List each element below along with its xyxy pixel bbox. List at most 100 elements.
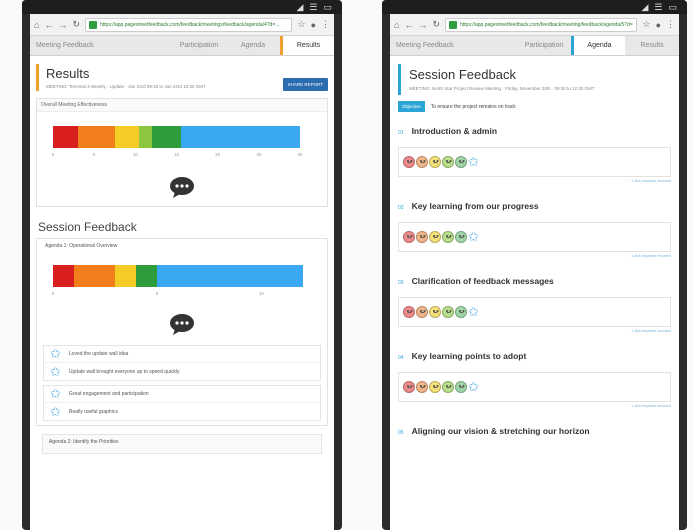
neutral-face-icon[interactable] — [429, 156, 441, 168]
star-icon[interactable]: ✩ — [468, 380, 479, 393]
happy-face-icon[interactable] — [442, 381, 454, 393]
agenda-item-title: 01 Introduction & admin — [398, 126, 671, 136]
app-tabbar: Meeting Feedback Participation Agenda Re… — [30, 36, 334, 56]
objective-text: To ensure the project remains on track — [430, 103, 516, 110]
agenda-item-label: Clarification of feedback messages — [411, 276, 554, 286]
mic-icon[interactable]: ● — [311, 20, 316, 30]
happy-face-icon[interactable] — [442, 306, 454, 318]
app-brand[interactable]: Meeting Feedback — [30, 36, 172, 55]
tab-agenda[interactable]: Agenda — [571, 36, 625, 55]
browser-toolbar: ⌂ ← → ↻ https://app.pagestreetfeedback.c… — [30, 14, 334, 36]
happy-face-icon[interactable] — [442, 156, 454, 168]
very-happy-face-icon[interactable] — [455, 381, 467, 393]
reload-icon[interactable]: ↻ — [72, 19, 80, 30]
session-feedback-title: Session Feedback — [38, 220, 137, 234]
meeting-meta: MEETING: Terminal 3 Weekly · Update · Ja… — [46, 84, 206, 89]
very-unhappy-face-icon[interactable] — [403, 231, 415, 243]
tab-participation[interactable]: Participation — [172, 36, 226, 55]
very-unhappy-face-icon[interactable] — [403, 381, 415, 393]
neutral-face-icon[interactable] — [429, 306, 441, 318]
bar-segment — [136, 265, 158, 287]
screen-right: ⌂ ← → ↻ https://app.pagestreetfeedback.c… — [390, 14, 679, 530]
very-happy-face-icon[interactable] — [455, 231, 467, 243]
tab-agenda[interactable]: Agenda — [226, 36, 280, 55]
tick-label: 0 — [51, 291, 55, 296]
agenda-item-label: Aligning our vision & stretching our hor… — [411, 426, 590, 436]
menu-icon[interactable]: ⋮ — [321, 19, 330, 30]
home-icon[interactable]: ⌂ — [34, 20, 39, 30]
agenda-1-axis: 051015 — [51, 291, 303, 301]
meeting-meta: MEETING: North Star Project Review Meeti… — [409, 86, 595, 91]
wifi-icon: ☰ — [309, 1, 318, 12]
address-bar[interactable]: https://app.pagestreetfeedback.com/feedb… — [84, 17, 293, 32]
url-text: https://app.pagestreetfeedback.com/feedb… — [99, 21, 280, 28]
bar-segment — [73, 265, 116, 287]
very-happy-face-icon[interactable] — [455, 306, 467, 318]
bookmark-star-icon[interactable]: ☆ — [297, 19, 305, 30]
agenda-item: 05 Aligning our vision & stretching our h… — [398, 426, 671, 436]
reload-icon[interactable]: ↻ — [432, 19, 440, 30]
agenda-2-heading[interactable]: Agenda 2: Identify the Priorities — [42, 434, 322, 454]
browser-toolbar: ⌂ ← → ↻ https://app.pagestreetfeedback.c… — [390, 14, 679, 36]
bar-segment — [114, 126, 140, 148]
tab-participation[interactable]: Participation — [517, 36, 571, 55]
neutral-face-icon[interactable] — [429, 381, 441, 393]
bar-segment — [151, 126, 181, 148]
app-tabbar: Meeting Feedback Participation Agenda Re… — [390, 36, 679, 56]
overall-heading: Overall Meeting Effectiveness — [37, 99, 327, 112]
very-unhappy-face-icon[interactable] — [403, 156, 415, 168]
unhappy-face-icon[interactable] — [416, 381, 428, 393]
lock-icon — [88, 20, 97, 29]
forward-icon[interactable]: → — [418, 20, 427, 30]
overall-stacked-bar — [53, 126, 300, 148]
menu-icon[interactable]: ⋮ — [666, 19, 675, 30]
mic-icon[interactable]: ● — [656, 20, 661, 30]
star-icon: ✩ — [50, 386, 61, 401]
back-icon[interactable]: ← — [44, 20, 53, 30]
response-count: 1 click response recorded — [631, 329, 671, 333]
comment-icon[interactable] — [169, 313, 195, 335]
page-title: Session Feedback — [409, 67, 516, 82]
bookmark-star-icon[interactable]: ☆ — [642, 19, 650, 30]
star-icon[interactable]: ✩ — [468, 230, 479, 243]
very-happy-face-icon[interactable] — [455, 156, 467, 168]
address-bar[interactable]: https://app.pagestreetfeedback.com/feedb… — [444, 17, 638, 32]
agenda-item-number: 01 — [398, 130, 404, 136]
app-brand[interactable]: Meeting Feedback — [390, 36, 517, 55]
very-unhappy-face-icon[interactable] — [403, 306, 415, 318]
share-report-button[interactable]: SHARE REPORT — [282, 78, 328, 91]
status-bar: ◢ ☰ ▭ — [382, 0, 687, 14]
tick-label: 10 — [132, 152, 138, 157]
comment-icon[interactable] — [169, 176, 195, 198]
unhappy-face-icon[interactable] — [416, 156, 428, 168]
tab-results[interactable]: Results — [625, 36, 679, 55]
neutral-face-icon[interactable] — [429, 231, 441, 243]
star-icon: ✩ — [50, 403, 61, 419]
tick-label: 25 — [256, 152, 262, 157]
home-icon[interactable]: ⌂ — [394, 20, 399, 30]
signal-icon: ◢ — [296, 1, 304, 12]
forward-icon[interactable]: → — [58, 20, 67, 30]
response-count: 1 click response recorded — [631, 179, 671, 183]
back-icon[interactable]: ← — [404, 20, 413, 30]
unhappy-face-icon[interactable] — [416, 306, 428, 318]
battery-icon: ▭ — [323, 1, 332, 12]
star-icon[interactable]: ✩ — [468, 155, 479, 168]
objective-row: Objective To ensure the project remains … — [398, 101, 679, 112]
unhappy-face-icon[interactable] — [416, 231, 428, 243]
objective-badge: Objective — [398, 101, 425, 112]
wifi-icon: ☰ — [654, 1, 663, 12]
rating-box: ✩ — [398, 297, 671, 327]
agenda-item-title: 05 Aligning our vision & stretching our h… — [398, 426, 671, 436]
star-icon[interactable]: ✩ — [468, 305, 479, 318]
comment-text: Really useful graphics — [68, 408, 118, 415]
tick-label: 15 — [173, 152, 180, 157]
tab-results[interactable]: Results — [280, 36, 334, 55]
agenda-1-stacked-bar — [53, 265, 303, 287]
tick-label: 10 — [258, 291, 264, 296]
lock-icon — [448, 20, 457, 29]
bar-segment — [53, 265, 74, 287]
agenda-item: 01 Introduction & admin ✩ 1 click response … — [398, 126, 671, 183]
happy-face-icon[interactable] — [442, 231, 454, 243]
tick-label: 20 — [215, 152, 221, 157]
